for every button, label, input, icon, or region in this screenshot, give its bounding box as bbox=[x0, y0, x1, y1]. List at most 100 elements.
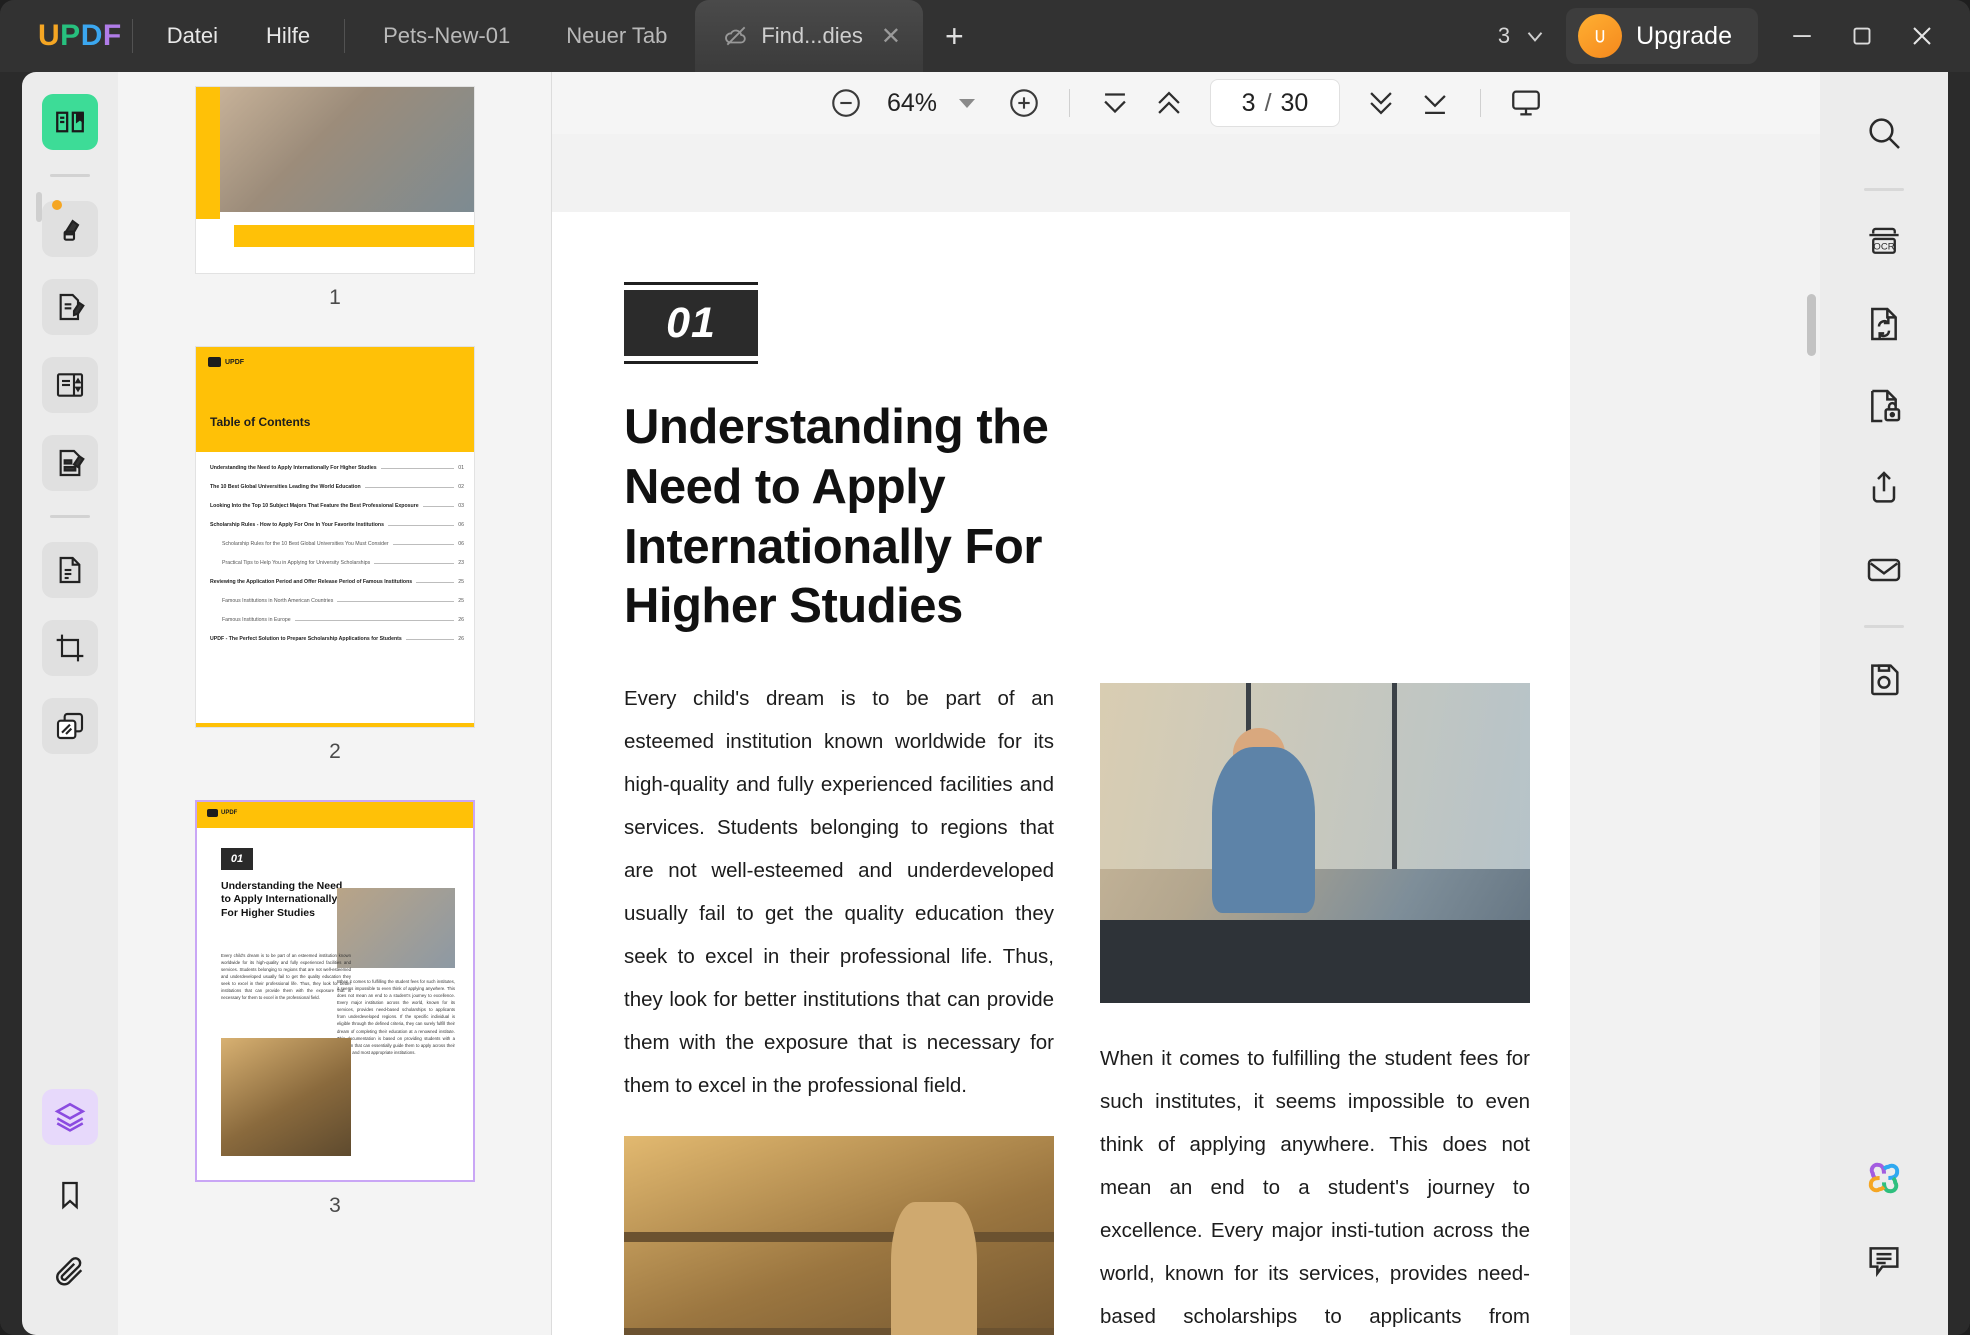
first-page-button[interactable] bbox=[1088, 76, 1142, 130]
total-pages-value: 30 bbox=[1281, 89, 1309, 118]
previous-page-button[interactable] bbox=[1142, 76, 1196, 130]
updf-window: U P D F Datei Hilfe Pets-New-01 Neuer Ta… bbox=[0, 0, 1970, 1335]
ocr-button[interactable]: OCR bbox=[1849, 207, 1919, 277]
page3-badge: 01 bbox=[221, 848, 253, 870]
left-body-paragraph: Every child's dream is to be part of an … bbox=[624, 677, 1054, 1107]
sidebar-item-attachment[interactable] bbox=[42, 1245, 98, 1301]
last-page-button[interactable] bbox=[1408, 76, 1462, 130]
tab-pets-new-01[interactable]: Pets-New-01 bbox=[355, 13, 538, 59]
toc-title: Table of Contents bbox=[210, 415, 310, 429]
toc-entry: Practical Tips to Help You in Applying f… bbox=[210, 560, 464, 566]
zoom-out-button[interactable] bbox=[819, 76, 873, 130]
column-left: Every child's dream is to be part of an … bbox=[624, 677, 1054, 1335]
thumbnail-list: 1 UPDF Table of Contents Understanding t… bbox=[118, 72, 552, 1240]
zoom-in-button[interactable] bbox=[997, 76, 1051, 130]
zoom-level-value[interactable]: 64% bbox=[873, 89, 951, 118]
comments-button[interactable] bbox=[1849, 1225, 1919, 1295]
menu-datei[interactable]: Datei bbox=[143, 15, 242, 57]
toc-entry-page: 03 bbox=[458, 503, 464, 509]
updf-logo[interactable]: U P D F bbox=[38, 19, 122, 53]
window-maximize-button[interactable] bbox=[1832, 0, 1892, 72]
maximize-icon bbox=[1847, 21, 1877, 51]
email-button[interactable] bbox=[1849, 535, 1919, 605]
save-button[interactable] bbox=[1849, 644, 1919, 714]
protect-lock-icon bbox=[1864, 386, 1904, 426]
thumbnail-page-2[interactable]: UPDF Table of Contents Understanding the… bbox=[195, 346, 475, 728]
sidebar-item-layers[interactable] bbox=[42, 1089, 98, 1145]
ai-assistant-button[interactable] bbox=[1849, 1143, 1919, 1213]
sidebar-item-convert[interactable] bbox=[42, 542, 98, 598]
toc-entry-page: 25 bbox=[458, 579, 464, 585]
highlighter-icon bbox=[54, 213, 86, 245]
presentation-screen-icon bbox=[1509, 86, 1543, 120]
search-button[interactable] bbox=[1849, 98, 1919, 168]
toc-leader-line bbox=[381, 468, 455, 469]
convert-file-icon bbox=[54, 554, 86, 586]
shelf-line bbox=[624, 1328, 1054, 1335]
toc-entry-page: 26 bbox=[458, 636, 464, 642]
left-tool-rail bbox=[22, 72, 118, 1335]
new-tab-button[interactable]: + bbox=[923, 14, 986, 59]
section-badge: 01 bbox=[624, 282, 758, 364]
next-page-button[interactable] bbox=[1354, 76, 1408, 130]
sidebar-item-crop[interactable] bbox=[42, 620, 98, 676]
rail-divider bbox=[1864, 188, 1904, 191]
toc-entry: Scholarship Rules for the 10 Best Global… bbox=[210, 541, 464, 547]
thumbnail-page-1[interactable] bbox=[195, 86, 475, 274]
person-figure bbox=[891, 1202, 977, 1335]
person-body bbox=[1212, 747, 1315, 913]
thumbnail-toc-art: UPDF Table of Contents Understanding the… bbox=[196, 347, 474, 727]
tab-label: Find...dies bbox=[761, 23, 863, 49]
sidebar-item-edit-pdf[interactable] bbox=[42, 279, 98, 335]
sidebar-item-bookmark[interactable] bbox=[42, 1167, 98, 1223]
document-viewer: 64% 3 / bbox=[552, 72, 1820, 1335]
cover-yellow-bar-left bbox=[196, 87, 220, 219]
brand-mark-icon bbox=[208, 357, 221, 367]
presentation-mode-button[interactable] bbox=[1499, 76, 1553, 130]
toc-entry-text: Scholarship Rules for the 10 Best Global… bbox=[222, 541, 389, 547]
tab-count-dropdown[interactable]: 3 bbox=[1498, 23, 1548, 49]
first-page-icon bbox=[1098, 86, 1132, 120]
page-number-input[interactable]: 3 / 30 bbox=[1210, 79, 1340, 127]
thumbnail-number: 2 bbox=[329, 740, 341, 764]
shelf-line bbox=[624, 1232, 1054, 1242]
tab-close-icon[interactable]: ✕ bbox=[881, 22, 901, 51]
tab-find-dies-active[interactable]: Find...dies ✕ bbox=[695, 0, 923, 72]
document-scrollbar[interactable] bbox=[1807, 294, 1816, 356]
toc-leader-line bbox=[393, 544, 455, 545]
share-button[interactable] bbox=[1849, 453, 1919, 523]
tab-neuer-tab[interactable]: Neuer Tab bbox=[538, 13, 695, 59]
batch-stack-icon bbox=[54, 710, 86, 742]
toc-entry-text: Reviewing the Application Period and Off… bbox=[210, 579, 412, 585]
toc-leader-line bbox=[295, 620, 455, 621]
toc-brand: UPDF bbox=[208, 357, 244, 367]
left-rail-scroll-indicator[interactable] bbox=[36, 192, 42, 222]
thumbnail-panel[interactable]: 1 UPDF Table of Contents Understanding t… bbox=[118, 72, 552, 1335]
thumbnail-page-3[interactable]: UPDF 01 Understanding the Need to Apply … bbox=[195, 800, 475, 1182]
pdf-page-3: 01 Understanding the Need to Apply Inter… bbox=[552, 212, 1570, 1335]
zoom-dropdown-icon[interactable] bbox=[959, 99, 975, 108]
window-minimize-button[interactable] bbox=[1772, 0, 1832, 72]
toc-entry-text: Scholarship Rules - How to Apply For One… bbox=[210, 522, 384, 528]
upgrade-button[interactable]: Upgrade bbox=[1566, 8, 1758, 64]
convert-button[interactable] bbox=[1849, 289, 1919, 359]
page-canvas[interactable]: 01 Understanding the Need to Apply Inter… bbox=[552, 134, 1820, 1335]
protect-button[interactable] bbox=[1849, 371, 1919, 441]
cloud-slash-icon bbox=[723, 23, 749, 49]
sidebar-item-batch[interactable] bbox=[42, 698, 98, 754]
toc-leader-line bbox=[416, 582, 454, 583]
logo-letter-d: D bbox=[81, 19, 103, 53]
toc-entry-text: UPDF - The Perfect Solution to Prepare S… bbox=[210, 636, 402, 642]
library-photo bbox=[624, 1136, 1054, 1335]
toc-entry: Reviewing the Application Period and Off… bbox=[210, 579, 464, 585]
window-close-button[interactable] bbox=[1892, 0, 1952, 72]
comment-bubble-icon bbox=[1864, 1240, 1904, 1280]
toc-entry-page: 23 bbox=[458, 560, 464, 566]
sidebar-item-form[interactable] bbox=[42, 435, 98, 491]
menu-hilfe[interactable]: Hilfe bbox=[242, 15, 334, 57]
sidebar-item-page-tools[interactable] bbox=[42, 357, 98, 413]
window-edge bbox=[1948, 72, 1970, 1335]
sidebar-item-annotate[interactable] bbox=[42, 201, 98, 257]
tab-count-value: 3 bbox=[1498, 23, 1510, 49]
sidebar-item-reader[interactable] bbox=[42, 94, 98, 150]
